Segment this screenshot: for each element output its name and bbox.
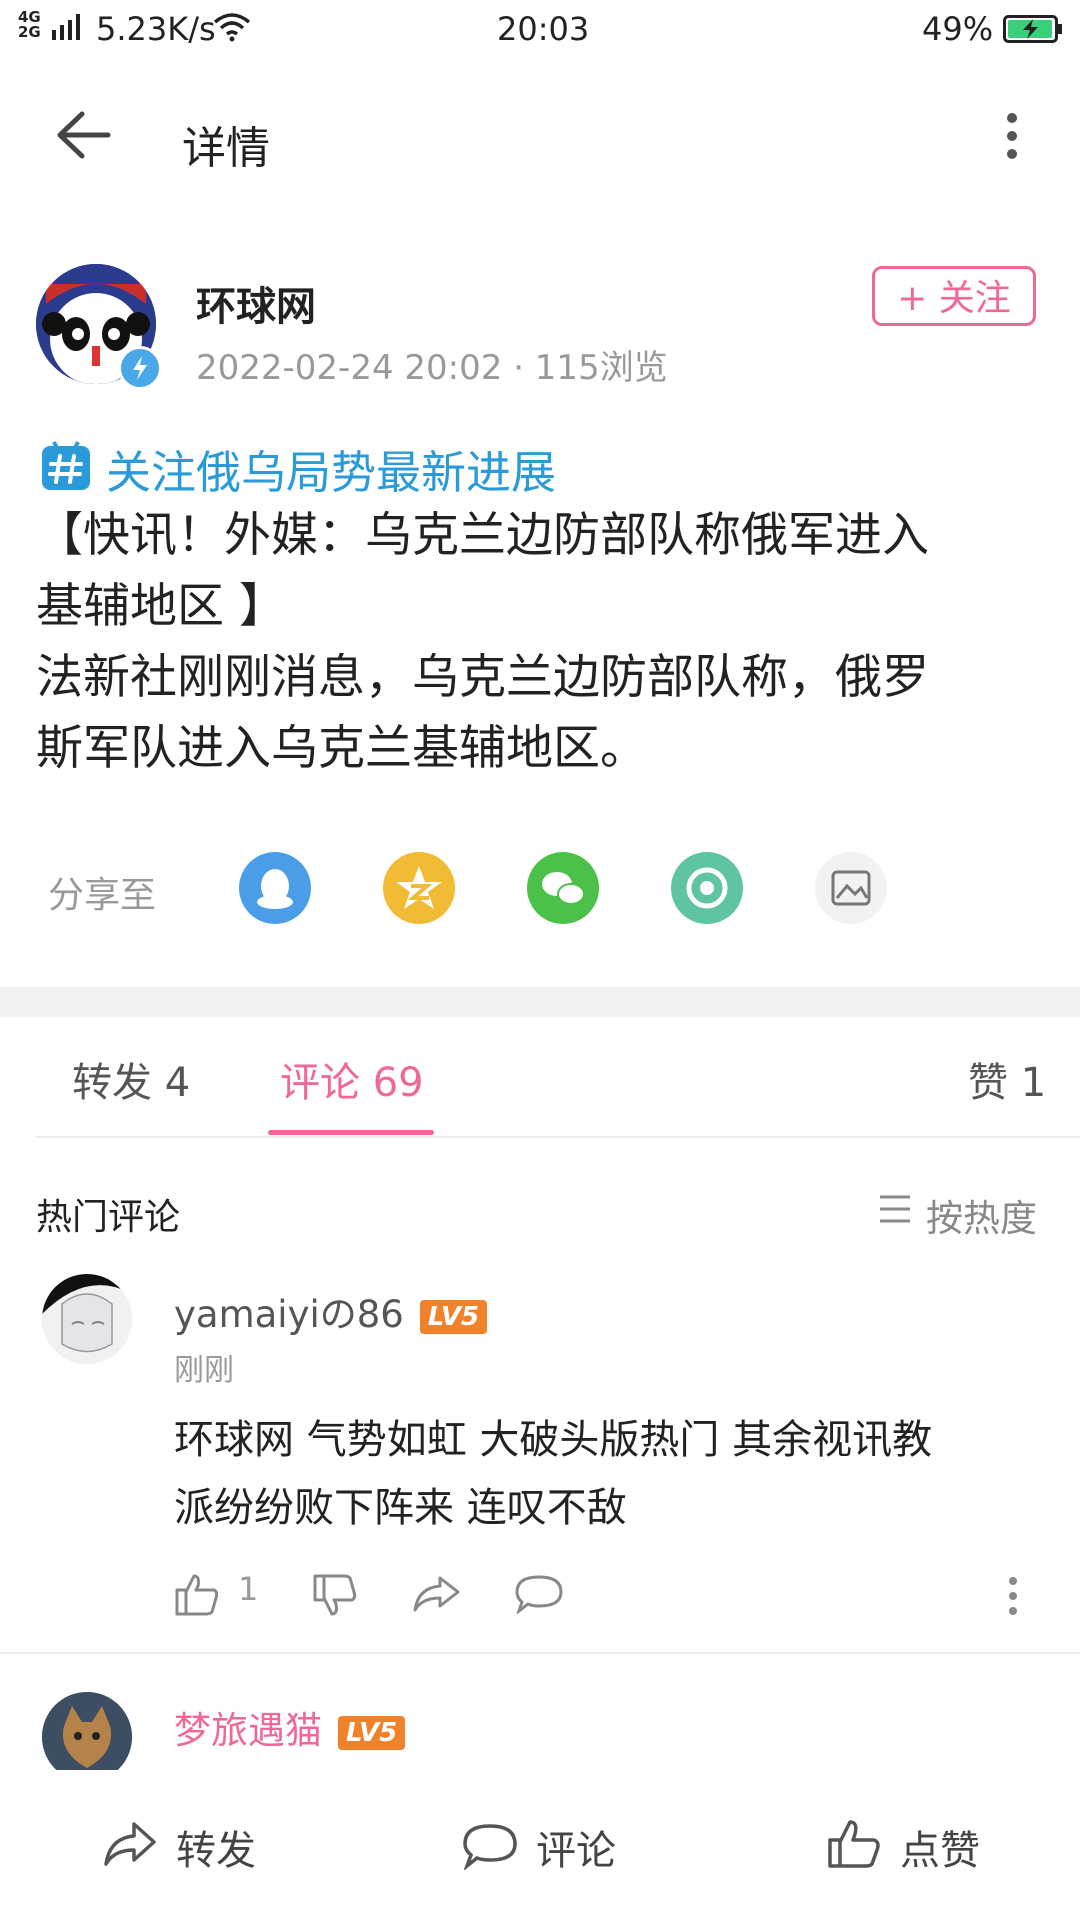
comment-button[interactable]: 评论: [536, 1818, 616, 1876]
share-arrow-icon[interactable]: [412, 1574, 462, 1614]
qzone-icon: [396, 866, 442, 909]
comment-username[interactable]: 梦旅遇猫 LV5: [174, 1700, 406, 1754]
battery-percent: 49%: [922, 10, 994, 48]
status-bar: 4G 2G 5.23K/s 20:03 49%: [0, 0, 1080, 60]
share-moments-button[interactable]: [671, 852, 743, 924]
comment-avatar[interactable]: [42, 1274, 132, 1364]
follow-label: + 关注: [897, 278, 1011, 319]
wifi-icon: [213, 13, 251, 42]
wechat-icon: [542, 872, 585, 905]
topic-hashtag-icon: [42, 441, 90, 490]
clock: 20:03: [497, 10, 590, 48]
network-type: 4G 2G: [18, 8, 41, 41]
comment-more-icon[interactable]: [1006, 1576, 1020, 1616]
thumbs-down-icon[interactable]: [312, 1574, 358, 1618]
hot-comments-title: 热门评论: [36, 1197, 181, 1238]
like-button[interactable]: 点赞: [900, 1818, 980, 1876]
comment-username-text: 梦旅遇猫: [174, 1709, 322, 1752]
back-arrow-icon[interactable]: [52, 108, 112, 162]
post-body-line: 【快讯！外媒：乌克兰边防部队称俄军进入: [36, 508, 929, 563]
share-wechat-button[interactable]: [527, 852, 599, 924]
share-label: 分享至: [48, 875, 157, 916]
repost-button[interactable]: 转发: [176, 1818, 256, 1876]
share-qq-button[interactable]: [239, 852, 311, 924]
post-meta: 2022-02-24 20:02 · 115浏览: [196, 348, 668, 388]
repost-icon[interactable]: [102, 1820, 158, 1868]
verified-badge-icon: [118, 346, 162, 390]
comment-icon[interactable]: [462, 1822, 518, 1870]
post-body-line: 斯军队进入乌克兰基辅地区。: [36, 721, 647, 776]
tab-divider: [36, 1136, 1080, 1138]
follow-button[interactable]: + 关注: [872, 266, 1036, 326]
comment-username-text: yamaiyiの86: [174, 1293, 404, 1336]
post-body-line: 法新社刚刚消息，乌克兰边防部队称，俄罗: [36, 650, 929, 705]
active-tab-indicator: [268, 1130, 434, 1135]
anime-avatar-icon: [42, 1274, 132, 1364]
level-badge: LV5: [338, 1715, 406, 1750]
post-body: 【快讯！外媒：乌克兰边防部队称俄军进入 基辅地区 】 法新社刚刚消息，乌克兰边防…: [36, 500, 1036, 784]
reply-bubble-icon[interactable]: [514, 1574, 564, 1614]
battery-charging-icon: [1003, 15, 1062, 43]
author-name[interactable]: 环球网: [196, 274, 316, 332]
comment-divider: [0, 1652, 1080, 1654]
qq-icon: [257, 869, 293, 909]
topic-link[interactable]: 关注俄乌局势最新进展: [106, 436, 556, 501]
page-title: 详情: [182, 123, 270, 174]
sort-list-icon[interactable]: [878, 1194, 912, 1224]
comment-like-count: 1: [238, 1570, 259, 1608]
like-icon[interactable]: [826, 1818, 882, 1870]
cat-avatar-icon: [42, 1692, 132, 1782]
comment-text: 环球网 气势如虹 大破头版热门 其余视讯教 派纷纷败下阵来 连叹不敌: [174, 1406, 932, 1542]
more-vertical-icon[interactable]: [1000, 112, 1024, 160]
save-image-icon: [831, 870, 871, 906]
comment-avatar[interactable]: [42, 1692, 132, 1782]
section-divider: [0, 987, 1080, 1017]
share-image-button[interactable]: [815, 852, 887, 924]
comment-text-line: 派纷纷败下阵来 连叹不敌: [174, 1485, 627, 1531]
comment-time: 刚刚: [174, 1353, 234, 1388]
share-qzone-button[interactable]: [383, 852, 455, 924]
sort-button[interactable]: 按热度: [926, 1188, 1037, 1242]
moments-icon: [686, 867, 728, 909]
network-speed: 5.23K/s: [96, 10, 216, 48]
comment-text-line: 环球网 气势如虹 大破头版热门 其余视讯教: [174, 1417, 933, 1463]
tab-repost[interactable]: 转发 4: [72, 1050, 190, 1108]
thumbs-up-icon[interactable]: [174, 1572, 220, 1616]
comment-username[interactable]: yamaiyiの86 LV5: [174, 1284, 488, 1338]
tab-comments[interactable]: 评论 69: [280, 1050, 424, 1108]
signal-icon: [52, 14, 80, 40]
tab-likes[interactable]: 赞 1: [968, 1050, 1046, 1108]
level-badge: LV5: [419, 1299, 488, 1334]
post-body-line: 基辅地区 】: [36, 579, 286, 634]
